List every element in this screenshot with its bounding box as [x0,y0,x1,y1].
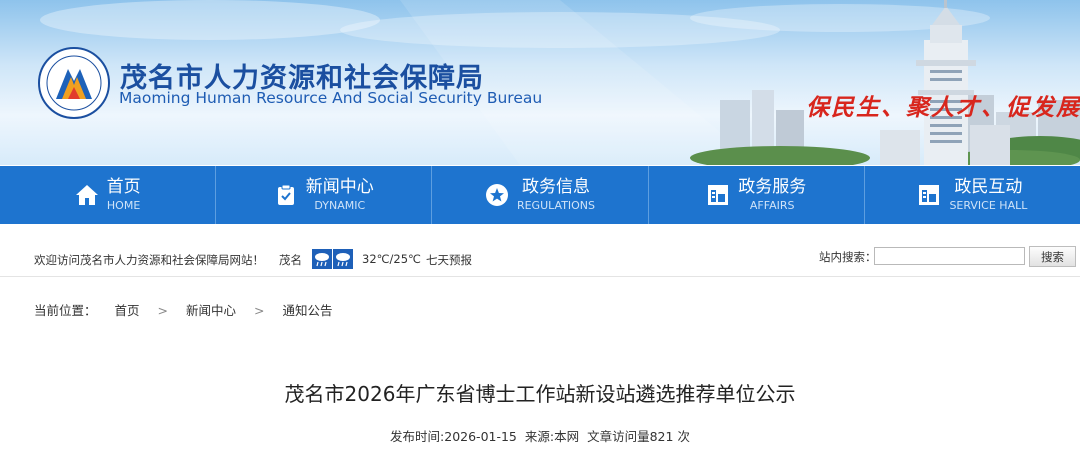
nav-label: 政务服务 [738,177,807,197]
breadcrumb: 当前位置： 首页 > 新闻中心 > 通知公告 [34,300,332,319]
nav-item-regulations[interactable]: 政务信息 REGULATIONS [432,166,649,224]
rain-icon [312,249,332,269]
divider [0,276,1080,277]
building-icon [917,183,941,207]
breadcrumb-notices[interactable]: 通知公告 [282,303,332,318]
main-nav: 首页 HOME 新闻中心 DYNAMIC 政务信息 REGULATIONS 政务… [0,166,1080,224]
header-banner: 茂名市人力资源和社会保障局 Maoming Human Resource And… [0,0,1080,165]
nav-sublabel: SERVICE HALL [949,199,1028,212]
view-count: 文章访问量821 次 [587,429,690,444]
nav-item-service-hall[interactable]: 政民互动 SERVICE HALL [865,166,1080,224]
bureau-logo [38,47,110,119]
rain-icon [333,249,353,269]
seven-day-forecast-link[interactable]: 七天预报 [426,252,472,268]
article-source: 来源:本网 [524,429,580,444]
nav-item-news[interactable]: 新闻中心 DYNAMIC [216,166,433,224]
temperature: 32℃/25℃ [362,252,421,266]
breadcrumb-label: 当前位置： [34,303,97,318]
weather-city: 茂名 [279,253,302,267]
search-label: 站内搜索： [819,250,877,264]
nav-label: 政务信息 [522,177,590,197]
article-meta: 发布时间:2026-01-15 来源:本网 文章访问量821 次 [0,426,1080,445]
article-title: 茂名市2026年广东省博士工作站新设站遴选推荐单位公示 [284,382,796,406]
breadcrumb-separator: > [157,303,168,318]
info-bar: 欢迎访问茂名市人力资源和社会保障局网站！ 茂名 32℃/25℃ 七天预报 站内搜… [0,243,1080,275]
home-icon [75,183,99,207]
nav-sublabel: HOME [106,199,141,212]
nav-label: 新闻中心 [305,177,374,197]
publish-date: 发布时间:2026-01-15 [390,429,517,444]
nav-sublabel: AFFAIRS [749,199,795,212]
breadcrumb-home[interactable]: 首页 [115,303,140,318]
search-button[interactable]: 搜索 [1029,246,1076,267]
site-name-english: Maoming Human Resource And Social Securi… [119,89,543,107]
search-input[interactable] [874,247,1025,265]
nav-sublabel: DYNAMIC [314,199,366,212]
nav-item-affairs[interactable]: 政务服务 AFFAIRS [649,166,865,224]
star-icon [485,183,509,207]
breadcrumb-separator: > [253,303,265,318]
nav-sublabel: REGULATIONS [516,199,596,212]
welcome-text: 欢迎访问茂名市人力资源和社会保障局网站！ [34,253,264,267]
slogan: 保民生、聚人才、促发展 [806,94,1080,121]
nav-item-home[interactable]: 首页 HOME [0,166,217,224]
clipboard-icon [274,183,298,207]
breadcrumb-news[interactable]: 新闻中心 [186,303,236,318]
nav-label: 政民互动 [954,177,1023,197]
building-icon [706,183,730,207]
nav-label: 首页 [106,177,141,197]
